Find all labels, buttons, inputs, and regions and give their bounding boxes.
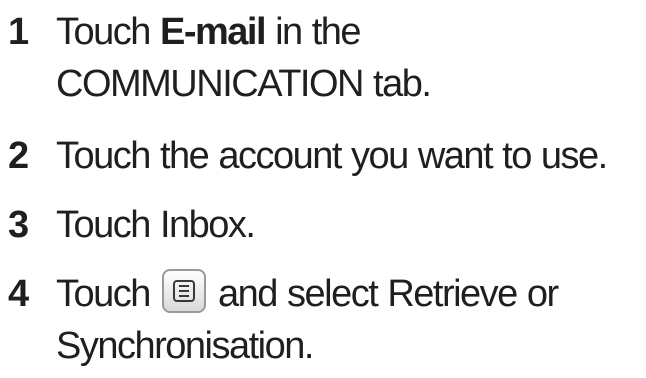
step-number: 3 <box>8 204 30 246</box>
step-text-prefix: Touch <box>56 273 151 315</box>
step-text-line-2: Synchronisation. <box>56 325 314 367</box>
email-label: E-mail <box>159 11 267 53</box>
step-text-line-1: Touch Inbox. <box>56 204 256 246</box>
menu-lines-icon <box>172 280 195 302</box>
step-text: Touch Inbox. <box>56 199 642 251</box>
step-text-suffix: and select Retrieve or <box>218 273 559 315</box>
step-text-line-1: Touch the account you want to use. <box>56 135 608 177</box>
step-text: Touch the account you want to use. <box>56 130 642 182</box>
instruction-steps: 1 Touch E-mail in the COMMUNICATION tab.… <box>0 0 646 378</box>
step-text: Touch and select Retrieve or Synchronisa… <box>56 268 642 372</box>
step-number: 4 <box>8 273 30 315</box>
step-text-prefix: Touch <box>56 11 160 53</box>
step-text: Touch E-mail in the COMMUNICATION tab. <box>56 6 642 110</box>
step-number: 2 <box>8 135 30 177</box>
step-text-suffix: in the <box>265 11 361 53</box>
step-number: 1 <box>8 11 30 53</box>
menu-key-icon <box>161 269 206 313</box>
step-text-line-2: COMMUNICATION tab. <box>56 63 432 105</box>
